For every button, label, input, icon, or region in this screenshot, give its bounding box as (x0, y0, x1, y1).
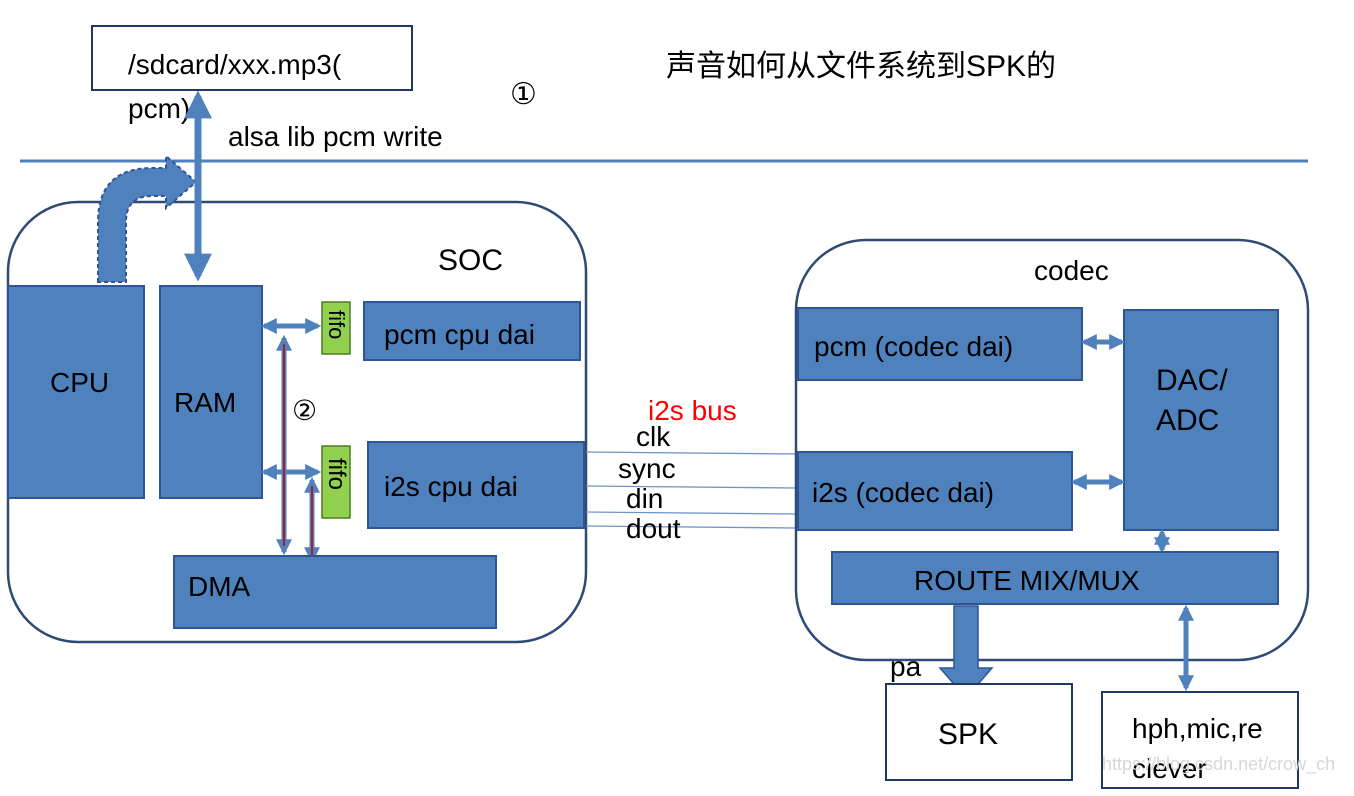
pcm-codec-dai-label: pcm (codec dai) (814, 331, 1013, 362)
route-mix-label: ROUTE MIX/MUX (914, 565, 1140, 596)
step-marker-one: ① (510, 78, 537, 111)
fifo-bottom-label: fifo (323, 458, 350, 490)
alsa-write-label: alsa lib pcm write (228, 121, 443, 152)
ram-label: RAM (174, 387, 236, 418)
watermark: https://blog.csdn.net/crow_ch (1102, 754, 1335, 775)
bus-line-dout (585, 525, 797, 529)
dma-label: DMA (188, 571, 251, 602)
dac-adc-label-line2: ADC (1156, 404, 1219, 437)
codec-label: codec (1034, 255, 1109, 286)
bus-line-din (585, 511, 797, 515)
fifo-top-label: fifo (324, 310, 349, 339)
cpu-label: CPU (50, 367, 109, 398)
step-marker-two: ② (292, 395, 317, 426)
pa-label: pa (890, 651, 922, 682)
i2s-codec-dai-label: i2s (codec dai) (812, 477, 994, 508)
i2s-cpu-dai-label: i2s cpu dai (384, 471, 518, 502)
file-path-label: /sdcard/xxx.mp3( (128, 49, 342, 80)
bus-line-sync (585, 485, 797, 489)
spk-label: SPK (938, 718, 998, 751)
soc-label: SOC (438, 244, 503, 277)
diagram-title: 声音如何从文件系统到SPK的 (666, 50, 1056, 83)
pcm-cpu-dai-label: pcm cpu dai (384, 319, 535, 350)
file-path-label-cont: pcm) (128, 93, 190, 124)
hph-label-line1: hph,mic,re (1132, 713, 1263, 744)
dac-adc-label-line1: DAC/ (1156, 364, 1228, 397)
bus-signal-clk: clk (636, 421, 671, 452)
bus-signal-sync: sync (618, 453, 676, 484)
bus-signal-dout: dout (626, 513, 681, 544)
bus-signal-din: din (626, 483, 663, 514)
